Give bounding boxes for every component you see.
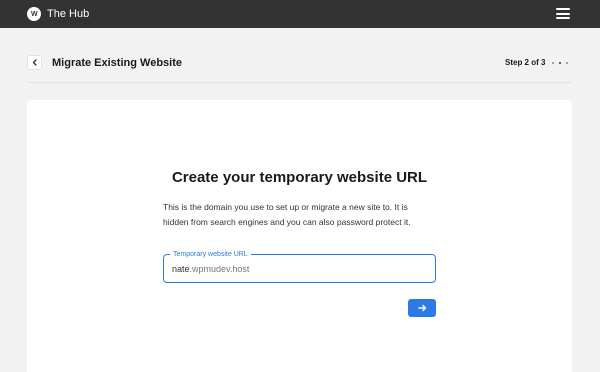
arrow-right-icon xyxy=(417,304,426,312)
card-heading: Create your temporary website URL xyxy=(171,169,428,186)
step-dot xyxy=(552,62,554,64)
page-title: Migrate Existing Website xyxy=(52,57,182,69)
description: This is the domain you use to set up or … xyxy=(163,200,443,230)
hub-logo-text: W xyxy=(30,10,38,18)
app-title: The Hub xyxy=(47,8,90,20)
hamburger-menu-icon[interactable] xyxy=(556,8,570,19)
back-button[interactable] xyxy=(27,55,42,70)
temporary-url-label: Temporary website URL xyxy=(170,250,251,259)
top-bar: W The Hub xyxy=(0,0,600,28)
next-button[interactable] xyxy=(408,299,436,317)
temporary-url-field[interactable]: Temporary website URL nate.wpmudev.host xyxy=(163,250,436,283)
step-dots xyxy=(552,62,573,64)
temporary-url-input[interactable]: nate.wpmudev.host xyxy=(172,263,249,275)
chevron-left-icon xyxy=(32,59,37,66)
step-indicator: Step 2 of 3 xyxy=(505,58,546,67)
description-line: hidden from search engines and you can a… xyxy=(163,217,411,227)
hub-logo-icon: W xyxy=(27,7,41,21)
step-dot-current xyxy=(559,62,561,64)
brand[interactable]: W The Hub xyxy=(27,7,89,21)
main-card: Create your temporary website URL This i… xyxy=(27,100,572,372)
step-dot xyxy=(566,62,568,64)
url-subdomain: nate xyxy=(172,264,190,274)
header-divider xyxy=(27,82,572,83)
url-domain-suffix: .wpmudev.host xyxy=(189,264,250,274)
description-line: This is the domain you use to set up or … xyxy=(163,202,408,212)
